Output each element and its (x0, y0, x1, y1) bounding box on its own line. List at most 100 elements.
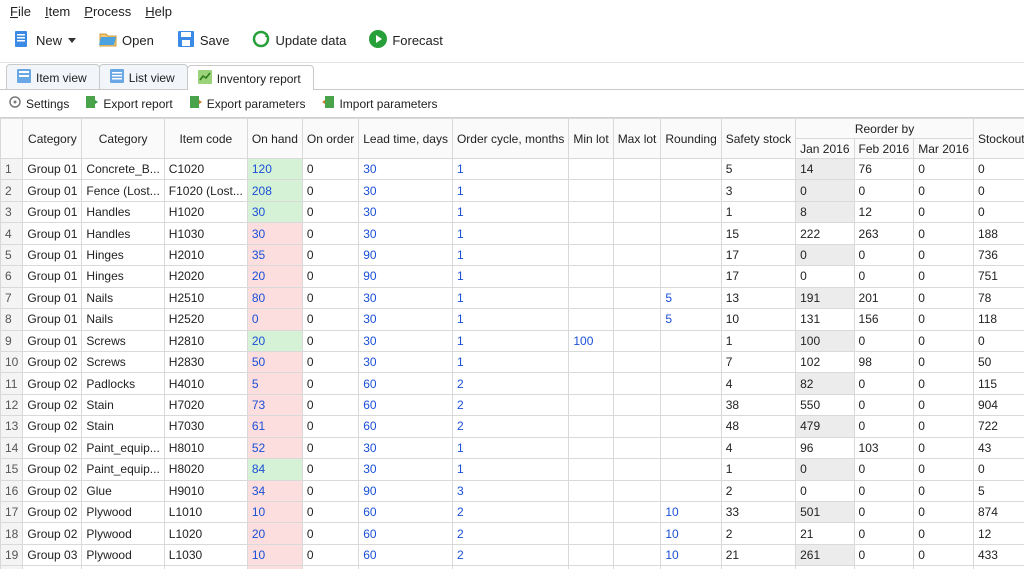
cell-code[interactable]: H9010 (164, 480, 247, 501)
cell-max[interactable] (613, 309, 661, 330)
cell-cycle[interactable]: 2 (452, 523, 568, 544)
cell-cat2[interactable]: Padlocks (82, 373, 164, 394)
table-row[interactable]: 17Group 02PlywoodL1010100602103350100874… (1, 502, 1024, 523)
cell-onorder[interactable]: 0 (302, 459, 358, 480)
cell-min[interactable] (569, 201, 613, 222)
cell-cat2[interactable]: Plywood (82, 544, 164, 565)
cell-lead[interactable]: 60 (359, 416, 453, 437)
cell-stockout[interactable]: 43 (973, 437, 1024, 458)
cell-onhand[interactable]: 50 (247, 351, 302, 372)
cell-max[interactable] (613, 502, 661, 523)
cell-cycle[interactable]: 1 (452, 330, 568, 351)
table-row[interactable]: 9Group 01ScrewsH281020030110011000000 (1, 330, 1024, 351)
cell-safety[interactable]: 38 (721, 394, 795, 415)
cell-cycle[interactable]: 1 (452, 309, 568, 330)
export-report-button[interactable]: Export report (85, 95, 172, 112)
cell-jan[interactable]: 479 (796, 416, 854, 437)
cell-round[interactable]: 10 (661, 502, 721, 523)
cell-jan[interactable]: 82 (796, 373, 854, 394)
cell-onorder[interactable]: 0 (302, 266, 358, 287)
cell-cat2[interactable]: Nails (82, 287, 164, 308)
cell-onhand[interactable]: 34 (247, 480, 302, 501)
new-button[interactable]: New (8, 27, 80, 54)
cell-onhand[interactable]: 80 (247, 287, 302, 308)
table-row[interactable]: 4Group 01HandlesH10303003011522226301880 (1, 223, 1024, 244)
cell-safety[interactable]: 17 (721, 244, 795, 265)
cell-mar[interactable]: 0 (914, 351, 974, 372)
cell-cat2[interactable]: Fence (Lost... (82, 180, 164, 201)
cell-cycle[interactable]: 1 (452, 459, 568, 480)
row-number[interactable]: 3 (1, 201, 23, 222)
cell-max[interactable] (613, 266, 661, 287)
cell-feb[interactable]: 12 (854, 201, 914, 222)
cell-onhand[interactable]: 35 (247, 244, 302, 265)
update-data-button[interactable]: Update data (247, 27, 350, 54)
cell-cat1[interactable]: Group 02 (23, 437, 82, 458)
cell-feb[interactable]: 0 (854, 523, 914, 544)
cell-cat2[interactable]: Handles (82, 201, 164, 222)
cell-min[interactable] (569, 416, 613, 437)
cell-stockout[interactable]: 0 (973, 180, 1024, 201)
cell-cycle[interactable]: 1 (452, 351, 568, 372)
cell-onorder[interactable]: 0 (302, 223, 358, 244)
cell-feb[interactable]: 0 (854, 266, 914, 287)
cell-stockout[interactable]: 904 (973, 394, 1024, 415)
row-number[interactable]: 16 (1, 480, 23, 501)
cell-stockout[interactable]: 78 (973, 287, 1024, 308)
cell-feb[interactable]: 76 (854, 159, 914, 180)
tab-inventory-report[interactable]: Inventory report (187, 65, 314, 90)
table-row[interactable]: 14Group 02Paint_equip...H801052030149610… (1, 437, 1024, 458)
cell-mar[interactable]: 0 (914, 394, 974, 415)
cell-cat1[interactable]: Group 02 (23, 351, 82, 372)
export-parameters-button[interactable]: Export parameters (189, 95, 306, 112)
row-number[interactable]: 15 (1, 459, 23, 480)
row-number[interactable]: 1 (1, 159, 23, 180)
cell-mar[interactable]: 0 (914, 459, 974, 480)
cell-safety[interactable]: 48 (721, 416, 795, 437)
header-item-code[interactable]: Item code (164, 119, 247, 159)
cell-cycle[interactable]: 1 (452, 266, 568, 287)
settings-button[interactable]: Settings (8, 95, 69, 112)
row-number[interactable]: 13 (1, 416, 23, 437)
cell-min[interactable] (569, 309, 613, 330)
cell-cat1[interactable]: Group 02 (23, 416, 82, 437)
table-row[interactable]: 19Group 03PlywoodL1030100602102126100433… (1, 544, 1024, 565)
cell-min[interactable] (569, 437, 613, 458)
cell-round[interactable] (661, 351, 721, 372)
header-min-lot[interactable]: Min lot (569, 119, 613, 159)
cell-cat1[interactable]: Group 01 (23, 180, 82, 201)
cell-cat2[interactable]: Screws (82, 351, 164, 372)
cell-onorder[interactable]: 0 (302, 480, 358, 501)
cell-jan[interactable]: 261 (796, 544, 854, 565)
cell-max[interactable] (613, 223, 661, 244)
cell-cat1[interactable]: Group 02 (23, 394, 82, 415)
cell-onhand[interactable]: 120 (247, 159, 302, 180)
cell-lead[interactable]: 30 (359, 351, 453, 372)
cell-max[interactable] (613, 330, 661, 351)
cell-feb[interactable]: 0 (854, 330, 914, 351)
cell-jan[interactable]: 222 (796, 223, 854, 244)
cell-safety[interactable]: 33 (721, 502, 795, 523)
cell-stockout[interactable]: 874 (973, 502, 1024, 523)
cell-stockout[interactable]: 118 (973, 309, 1024, 330)
cell-mar[interactable]: 0 (914, 502, 974, 523)
cell-lead[interactable]: 30 (359, 287, 453, 308)
cell-safety[interactable]: 3 (721, 180, 795, 201)
menu-help[interactable]: Help (145, 4, 172, 19)
cell-cycle[interactable]: 2 (452, 544, 568, 565)
cell-code[interactable]: H2830 (164, 351, 247, 372)
cell-jan[interactable]: 96 (796, 437, 854, 458)
cell-cycle[interactable]: 1 (452, 201, 568, 222)
menu-file[interactable]: File (10, 4, 31, 19)
cell-cycle[interactable]: 3 (452, 480, 568, 501)
cell-cat2[interactable]: Concrete_B... (82, 159, 164, 180)
row-number[interactable]: 11 (1, 373, 23, 394)
header-stockout[interactable]: Stockout (973, 119, 1024, 159)
cell-cat1[interactable]: Group 01 (23, 266, 82, 287)
cell-lead[interactable]: 90 (359, 480, 453, 501)
cell-cat2[interactable]: Handles (82, 223, 164, 244)
cell-round[interactable] (661, 201, 721, 222)
cell-safety[interactable]: 1 (721, 459, 795, 480)
row-number[interactable]: 9 (1, 330, 23, 351)
cell-cycle[interactable]: 1 (452, 287, 568, 308)
